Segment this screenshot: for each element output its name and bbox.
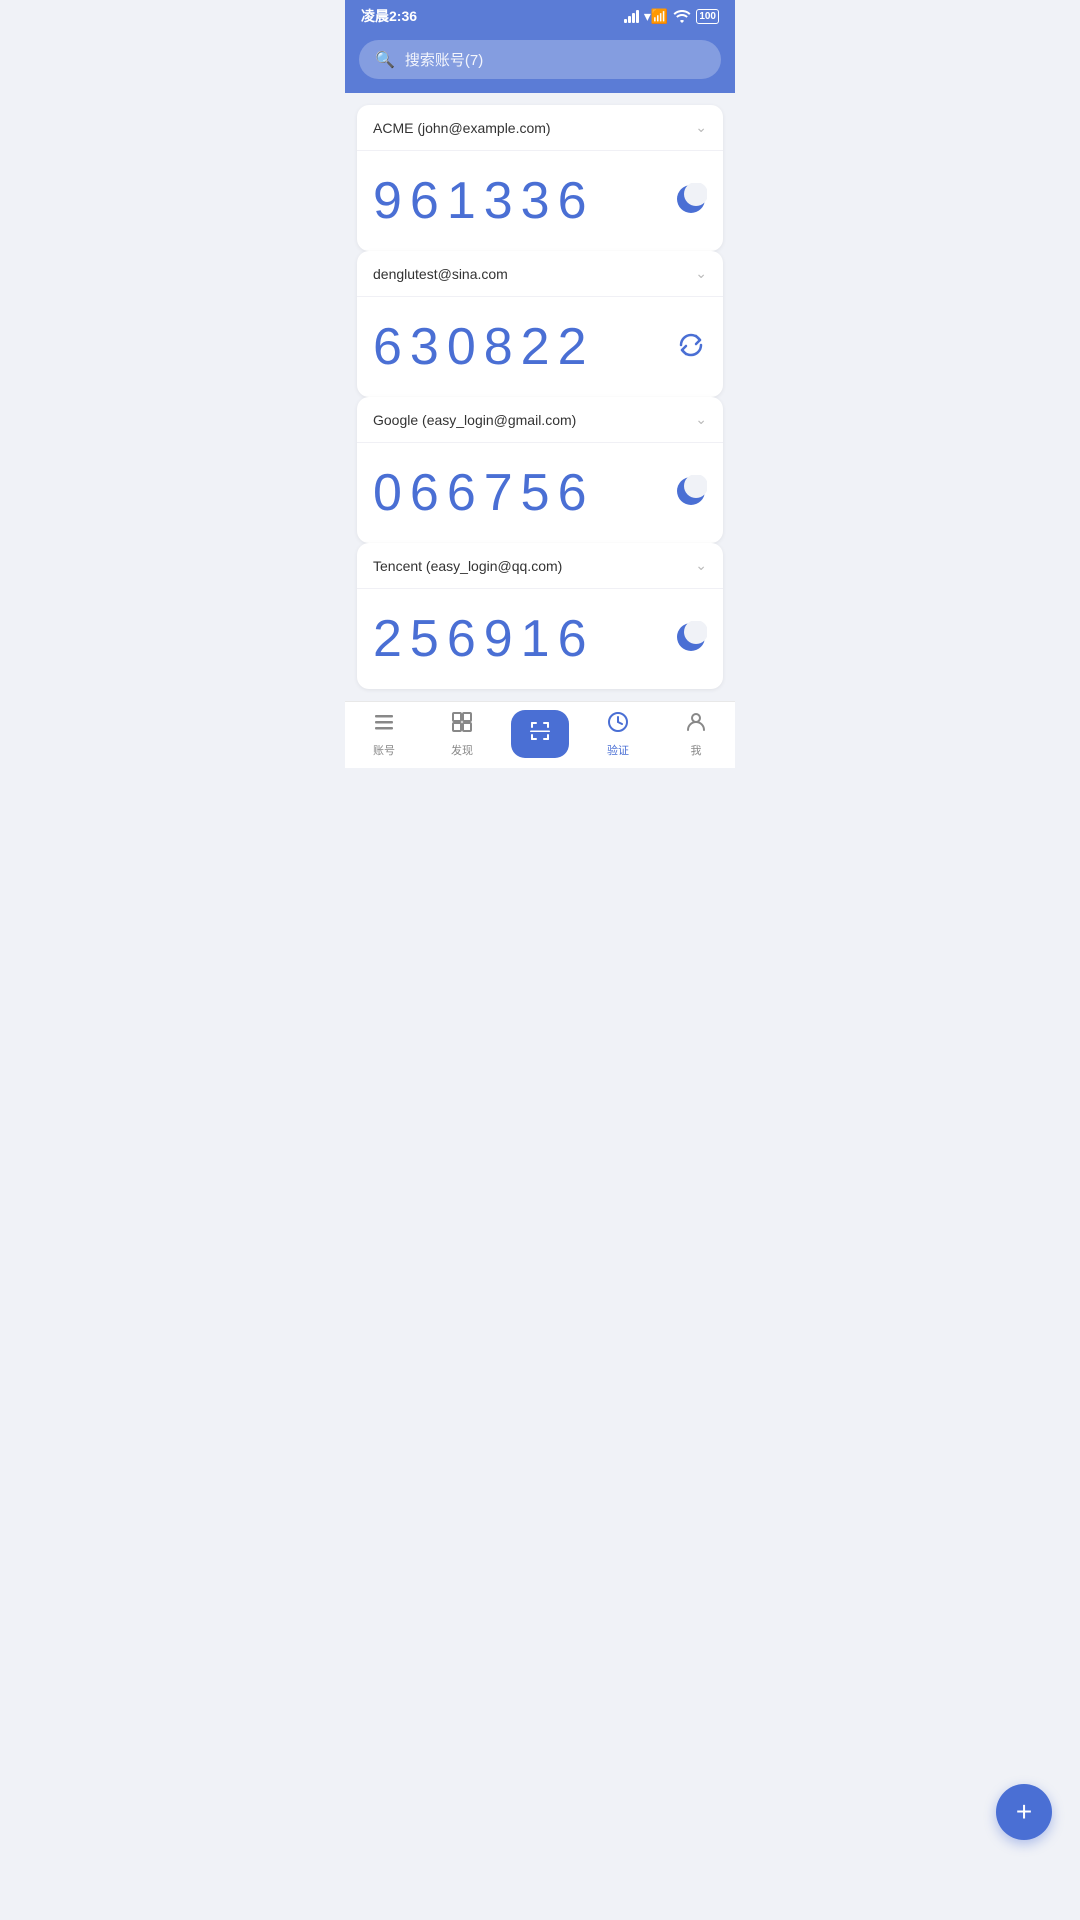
chevron-down-icon: ⌄ [695,119,707,136]
nav-me[interactable]: 我 [666,711,726,758]
battery-icon: 100 [696,9,719,24]
status-icons: ▾📶 100 [624,8,719,25]
nav-verify[interactable]: 验证 [588,711,648,758]
search-placeholder: 搜索账号(7) [405,49,483,70]
signal-icon [624,10,639,23]
status-time: 凌晨2:36 [361,6,417,26]
account-card-google: Google (easy_login@gmail.com) ⌄ 066756 [357,397,723,543]
verify-icon [607,711,629,739]
add-account-button[interactable]: + [996,1784,1052,1840]
account-header-tencent[interactable]: Tencent (easy_login@qq.com) ⌄ [357,543,723,589]
add-icon: + [1016,1796,1032,1828]
account-name-google: Google (easy_login@gmail.com) [373,412,576,428]
account-code-row-acme: 961336 [357,151,723,251]
scan-button[interactable] [511,710,569,758]
me-icon [685,711,707,739]
chevron-down-icon: ⌄ [695,411,707,428]
otp-code-denglutest[interactable]: 630822 [373,317,595,377]
otp-code-tencent[interactable]: 256916 [373,609,595,669]
account-card-acme: ACME (john@example.com) ⌄ 961336 [357,105,723,251]
search-icon: 🔍 [375,50,395,70]
account-header-acme[interactable]: ACME (john@example.com) ⌄ [357,105,723,151]
scan-icon [529,720,551,748]
nav-accounts[interactable]: 账号 [354,711,414,758]
account-name-denglutest: denglutest@sina.com [373,266,508,282]
wifi-icon: ▾📶 [644,8,668,25]
account-header-denglutest[interactable]: denglutest@sina.com ⌄ [357,251,723,297]
otp-status-icon-acme[interactable] [675,183,707,220]
account-code-row-denglutest: 630822 [357,297,723,397]
cards-list: ACME (john@example.com) ⌄ 961336 denglut… [357,105,723,689]
otp-status-icon-google[interactable] [675,475,707,512]
account-header-google[interactable]: Google (easy_login@gmail.com) ⌄ [357,397,723,443]
discover-icon [451,711,473,739]
account-name-tencent: Tencent (easy_login@qq.com) [373,558,562,574]
chevron-down-icon: ⌄ [695,265,707,282]
verify-label: 验证 [607,742,629,758]
account-code-row-google: 066756 [357,443,723,543]
status-bar: 凌晨2:36 ▾📶 100 [345,0,735,32]
header: 🔍 搜索账号(7) [345,32,735,93]
chevron-down-icon: ⌄ [695,557,707,574]
accounts-label: 账号 [373,742,395,758]
account-card-denglutest: denglutest@sina.com ⌄ 630822 [357,251,723,397]
otp-status-icon-tencent[interactable] [675,621,707,658]
nav-discover[interactable]: 发现 [432,711,492,758]
wifi-icon [673,9,691,23]
account-code-row-tencent: 256916 [357,589,723,689]
otp-code-acme[interactable]: 961336 [373,171,595,231]
accounts-icon [373,711,395,739]
account-name-acme: ACME (john@example.com) [373,120,551,136]
bottom-nav: 账号 发现 [345,701,735,768]
me-label: 我 [691,742,702,758]
discover-label: 发现 [451,742,473,758]
nav-scan[interactable] [510,710,570,758]
otp-status-icon-denglutest[interactable] [675,329,707,366]
search-bar[interactable]: 🔍 搜索账号(7) [359,40,721,79]
otp-code-google[interactable]: 066756 [373,463,595,523]
account-card-tencent: Tencent (easy_login@qq.com) ⌄ 256916 [357,543,723,689]
content-area: ACME (john@example.com) ⌄ 961336 denglut… [345,93,735,701]
